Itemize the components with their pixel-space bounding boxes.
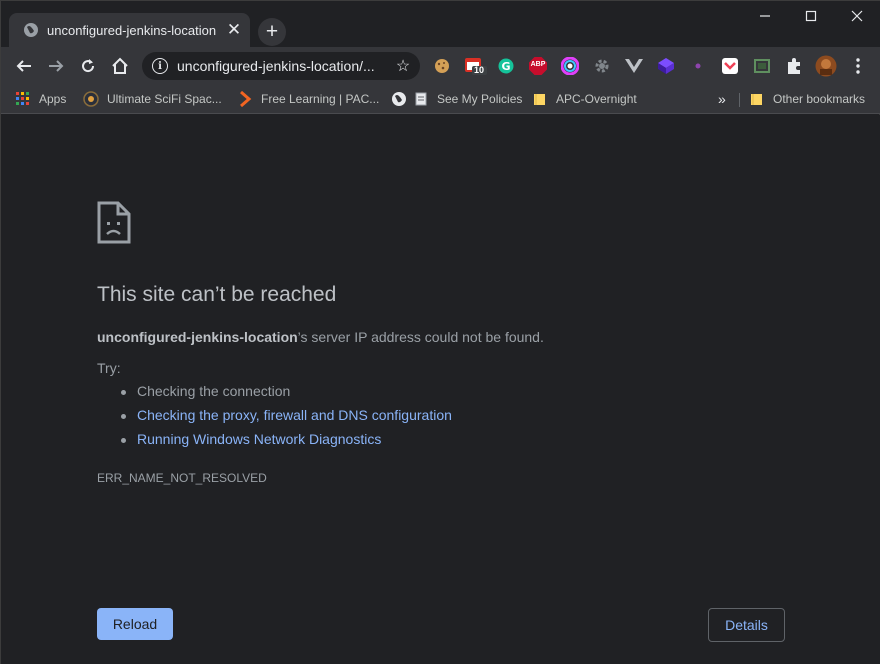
error-page: This site can’t be reached unconfigured-… [1, 115, 880, 664]
maximize-button[interactable] [788, 1, 834, 31]
suggestion-check-proxy-link[interactable]: Checking the proxy, firewall and DNS con… [121, 407, 452, 423]
try-label: Try: [97, 360, 121, 376]
adblock-label: ABP [530, 61, 546, 68]
bookmarks-overflow[interactable]: » [718, 90, 726, 108]
toolbar: i unconfigured-jenkins-location/... ☆ 10… [1, 47, 880, 85]
globe-icon [23, 22, 39, 38]
color-picker-icon[interactable] [560, 56, 580, 76]
reload-button[interactable]: Reload [97, 608, 173, 640]
bookmark-scifi[interactable]: Ultimate SciFi Spac... [83, 90, 222, 108]
bookmark-packt[interactable]: Free Learning | PAC... [237, 90, 379, 108]
bookmark-label: Other bookmarks [773, 92, 866, 106]
active-tab[interactable]: unconfigured-jenkins-location ✕ [9, 13, 250, 47]
folder-icon [749, 91, 765, 107]
suggestion-network-diagnostics-link[interactable]: Running Windows Network Diagnostics [120, 431, 381, 447]
home-icon[interactable] [105, 51, 135, 81]
title-bar: unconfigured-jenkins-location ✕ + [1, 1, 880, 47]
forward-button[interactable] [41, 51, 71, 81]
suggestion-check-connection: Checking the connection [120, 383, 291, 399]
bookmark-apc[interactable]: APC-Overnight [532, 90, 637, 108]
page-icon [413, 91, 429, 107]
error-host: unconfigured-jenkins-location [97, 329, 298, 345]
pocket-icon[interactable] [720, 56, 740, 76]
details-button[interactable]: Details [708, 608, 785, 642]
bookmark-label: Apps [39, 92, 67, 106]
new-tab-button[interactable]: + [258, 18, 286, 46]
apps-grid-icon [15, 91, 31, 107]
back-button[interactable] [9, 51, 39, 81]
adblock-plus-icon[interactable]: ABP [528, 56, 548, 76]
bookmark-star-icon[interactable]: ☆ [390, 56, 416, 76]
tab-close-icon[interactable]: ✕ [224, 20, 244, 40]
screen-capture-icon[interactable] [752, 56, 772, 76]
settings-gear-icon[interactable] [592, 56, 612, 76]
minimize-button[interactable] [742, 1, 788, 31]
bookmark-label: Ultimate SciFi Spac... [107, 92, 222, 106]
url-text[interactable]: unconfigured-jenkins-location/... [177, 58, 390, 74]
browser-window: unconfigured-jenkins-location ✕ + i unco… [0, 0, 880, 664]
grammarly-icon[interactable]: G [496, 56, 516, 76]
more-icon[interactable] [848, 56, 868, 76]
calendar-icon[interactable]: 10 [464, 56, 488, 76]
profile-avatar-icon[interactable] [815, 55, 837, 77]
folder-icon [532, 91, 548, 107]
bookmark-policies[interactable]: See My Policies [413, 90, 522, 108]
bookmark-label: APC-Overnight [556, 92, 637, 106]
error-summary-text: ’s server IP address could not be found. [297, 329, 544, 345]
puzzle-icon[interactable] [784, 56, 804, 76]
window-close-button[interactable] [834, 1, 880, 31]
dot-icon[interactable] [688, 56, 708, 76]
bookmark-apps[interactable]: Apps [15, 90, 66, 108]
cube-icon[interactable] [656, 56, 676, 76]
packt-icon [237, 91, 253, 107]
error-code: ERR_NAME_NOT_RESOLVED [97, 471, 267, 485]
error-summary: unconfigured-jenkins-location’s server I… [97, 329, 544, 345]
calendar-badge: 10 [474, 65, 485, 75]
globe-icon [391, 91, 407, 107]
bookmark-other[interactable]: Other bookmarks [749, 90, 865, 108]
address-bar[interactable]: i unconfigured-jenkins-location/... ☆ [142, 52, 420, 80]
tab-title: unconfigured-jenkins-location [47, 22, 217, 38]
error-heading: This site can’t be reached [97, 283, 337, 306]
cookie-icon[interactable] [432, 56, 452, 76]
site-info-icon[interactable]: i [152, 58, 168, 74]
bookmark-label: See My Policies [437, 92, 523, 106]
scifi-icon [83, 91, 99, 107]
bookmarks-bar: Apps Ultimate SciFi Spac... Free Learnin… [1, 85, 880, 114]
reload-icon[interactable] [73, 51, 103, 81]
sad-page-icon [96, 201, 132, 250]
bookmarks-separator [739, 93, 740, 107]
bookmark-label: Free Learning | PAC... [261, 92, 380, 106]
vue-devtools-icon[interactable] [624, 56, 644, 76]
bookmark-globe[interactable] [391, 90, 415, 108]
svg-text:G: G [501, 60, 510, 73]
